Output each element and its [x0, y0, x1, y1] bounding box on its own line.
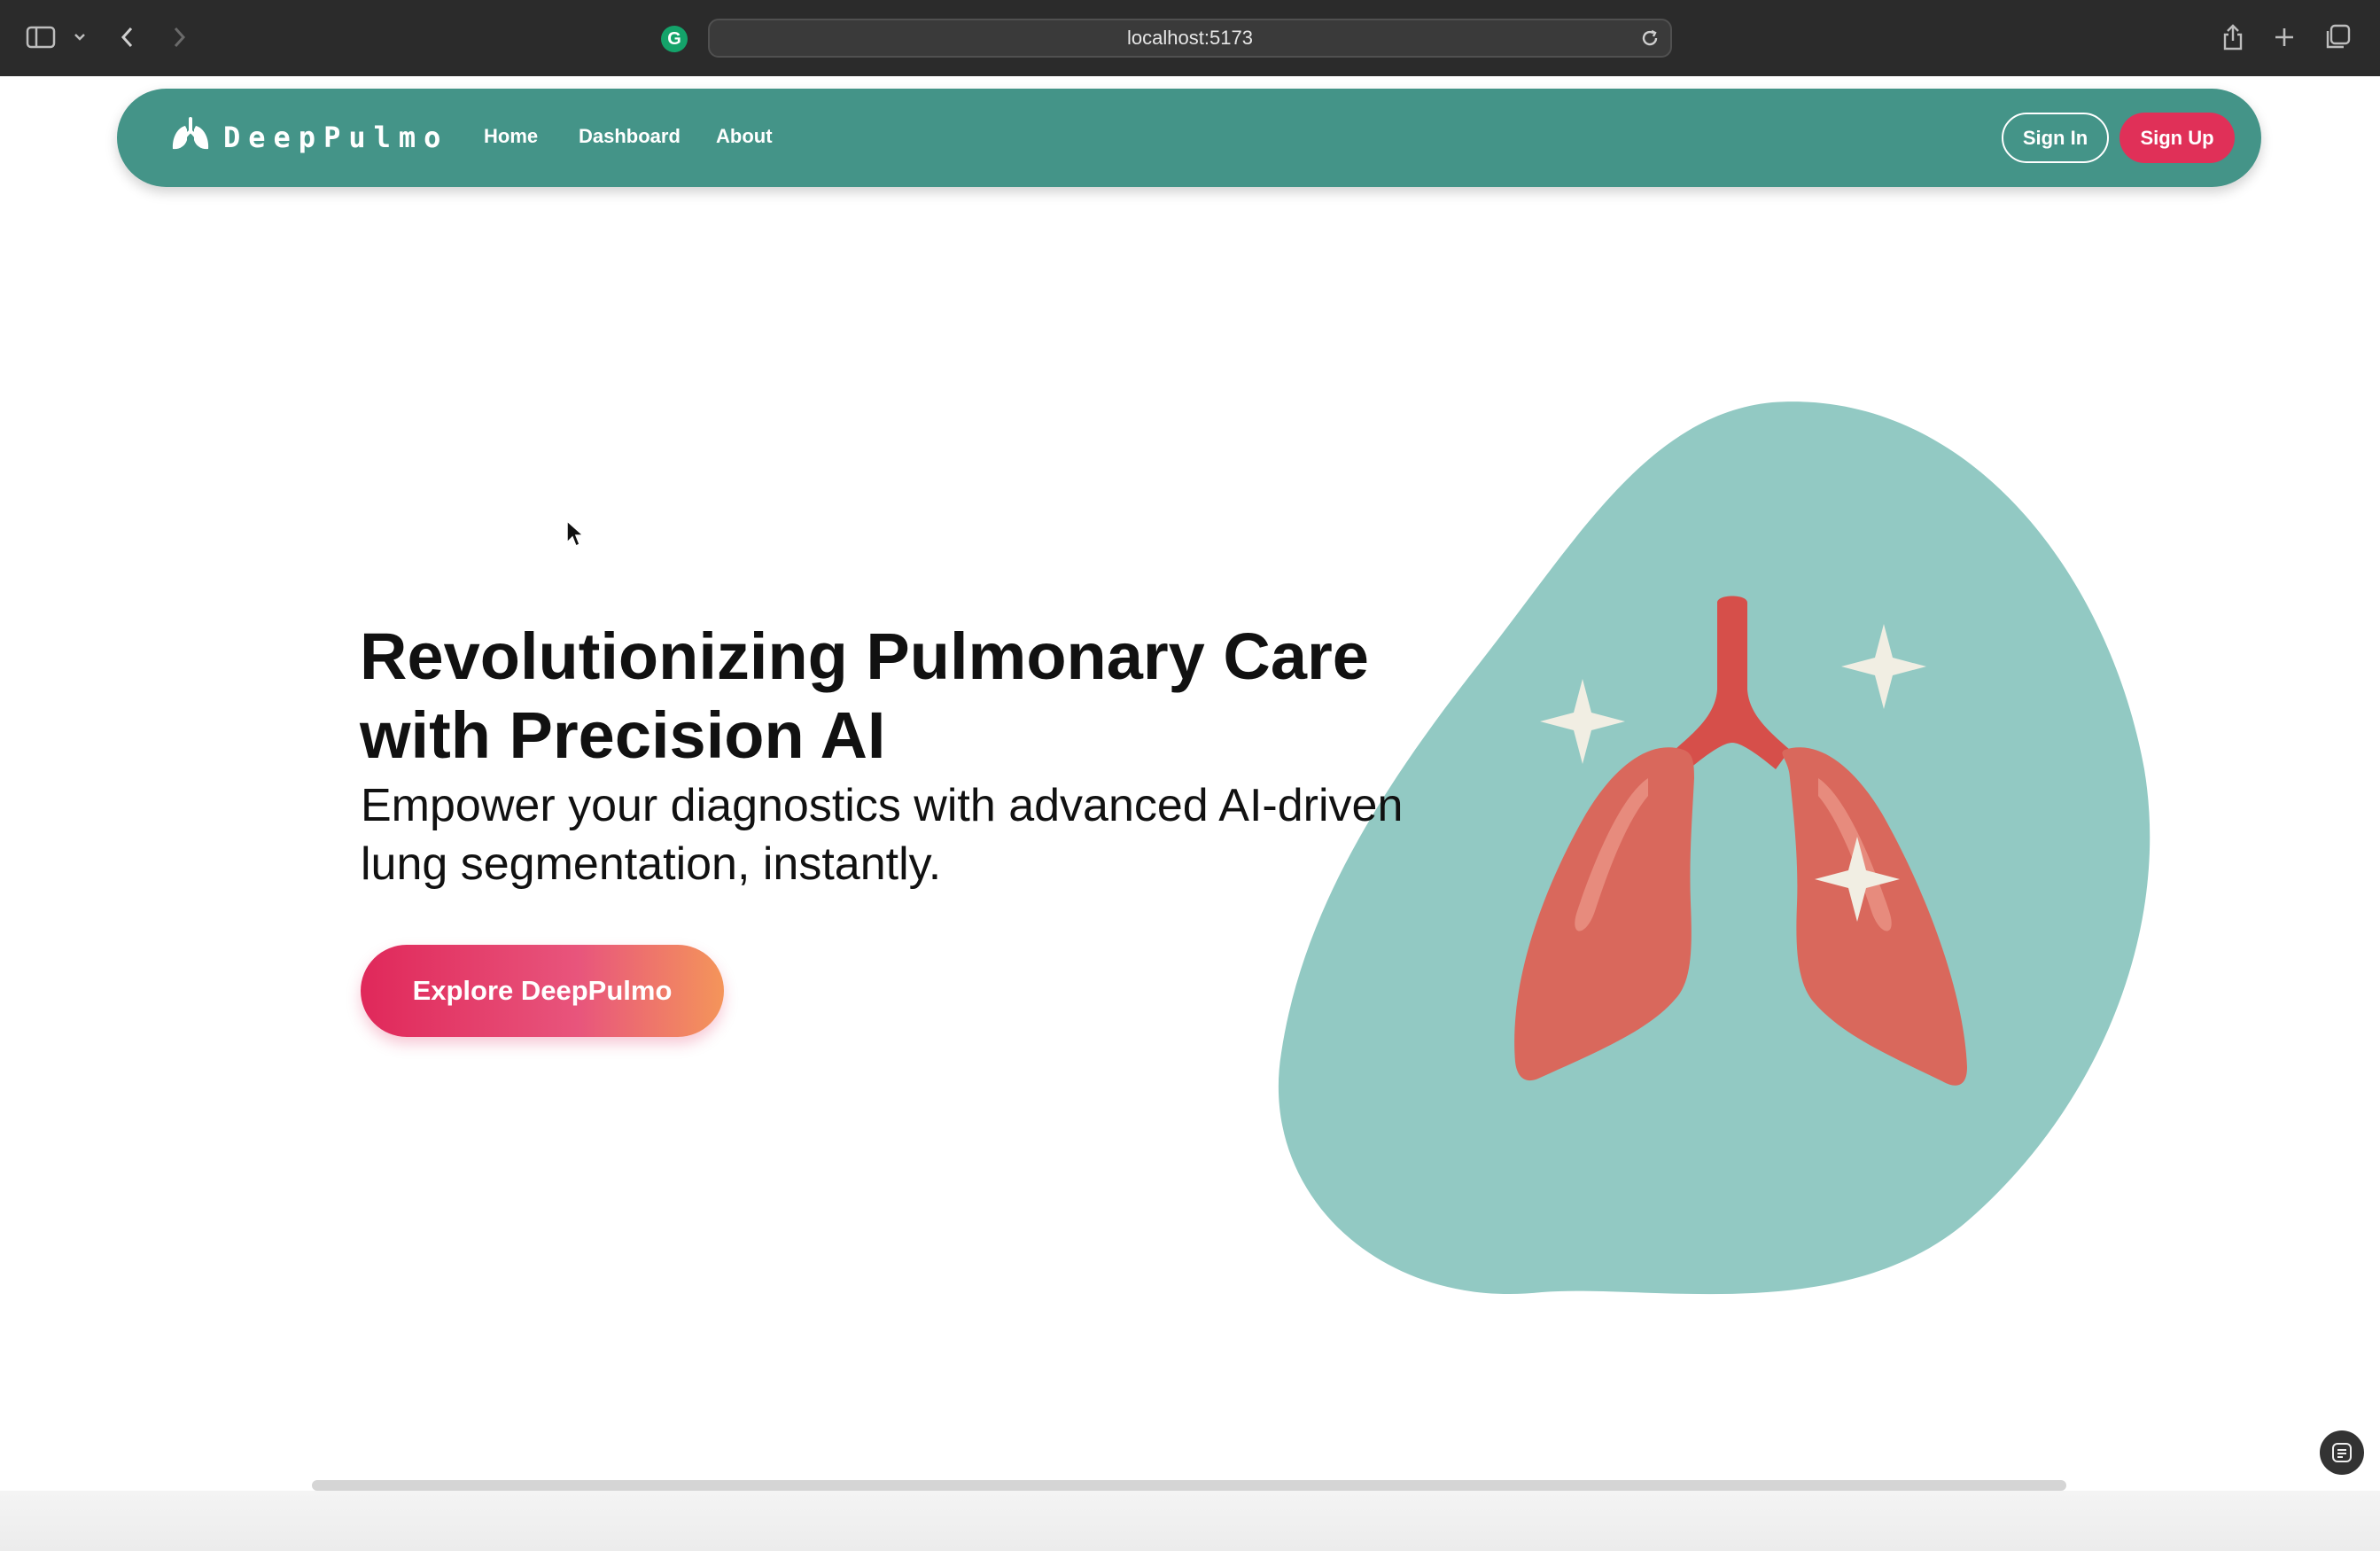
explore-button[interactable]: Explore DeepPulmo — [361, 945, 724, 1037]
nav-link-dashboard[interactable]: Dashboard — [579, 125, 681, 148]
chevron-down-icon[interactable] — [62, 19, 97, 55]
navbar: DeepPulmo Home Dashboard About Sign In S… — [117, 89, 2261, 187]
share-icon[interactable] — [2215, 19, 2251, 55]
grammarly-icon[interactable]: G — [661, 26, 688, 52]
hero-subtitle-line-1: Empower your diagnostics with advanced A… — [361, 780, 1404, 831]
back-icon[interactable] — [110, 19, 145, 55]
brand-logo[interactable]: DeepPulmo — [170, 117, 448, 157]
address-bar[interactable]: localhost:5173 — [708, 19, 1672, 58]
reload-icon[interactable] — [1637, 25, 1663, 51]
page-bottom — [0, 1491, 2380, 1551]
sign-up-button[interactable]: Sign Up — [2119, 113, 2235, 163]
url-text: localhost:5173 — [1127, 27, 1253, 49]
hero-subtitle-line-2: lung segmentation, instantly. — [361, 838, 942, 890]
nav-link-about[interactable]: About — [716, 125, 773, 148]
section-divider — [312, 1480, 2066, 1491]
hero-subtitle: Empower your diagnostics with advanced A… — [361, 776, 1504, 893]
tabs-overview-icon[interactable] — [2320, 19, 2355, 55]
brand-name: DeepPulmo — [223, 120, 449, 154]
mouse-cursor-icon — [566, 519, 585, 548]
forward-icon[interactable] — [161, 19, 197, 55]
sidebar-icon[interactable] — [23, 19, 58, 55]
nav-link-home[interactable]: Home — [484, 125, 538, 148]
browser-toolbar: G localhost:5173 — [0, 0, 2380, 76]
sign-in-button[interactable]: Sign In — [2002, 113, 2109, 163]
floating-action-icon[interactable] — [2320, 1430, 2364, 1475]
new-tab-icon[interactable] — [2267, 19, 2302, 55]
hero-title: Revolutionizing Pulmonary Care with Prec… — [360, 617, 1467, 775]
hero-title-line-2: with Precision AI — [360, 698, 886, 772]
hero-title-line-1: Revolutionizing Pulmonary Care — [360, 620, 1369, 693]
lungs-logo-icon — [170, 117, 211, 157]
